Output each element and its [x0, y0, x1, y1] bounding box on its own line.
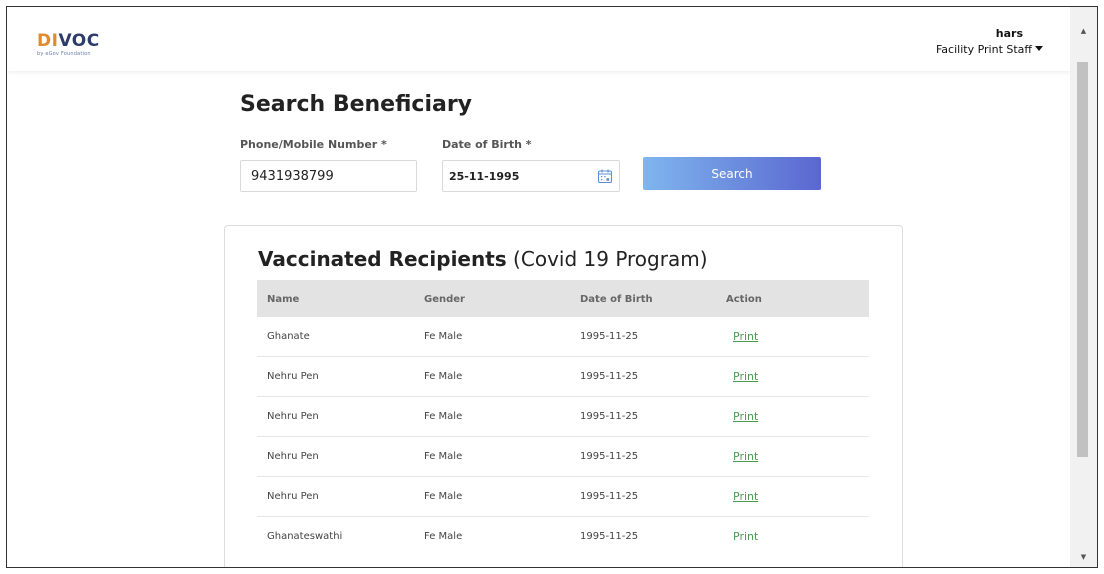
cell-dob: 1995-11-25 [580, 451, 639, 462]
cell-dob: 1995-11-25 [580, 531, 639, 542]
scroll-up-arrow-icon[interactable]: ▲ [1070, 23, 1097, 39]
column-header-name: Name [267, 294, 300, 305]
table-row: Ghanateswathi Fe Male 1995-11-25 Print [257, 517, 869, 557]
app-window: DIVOC by eGov Foundation hars Facility P… [6, 6, 1098, 568]
user-name: hars [995, 27, 1023, 40]
dob-label: Date of Birth * [442, 138, 532, 151]
cell-gender: Fe Male [424, 371, 463, 382]
user-menu[interactable]: hars Facility Print Staff [936, 27, 1043, 56]
page-title: Search Beneficiary [240, 92, 473, 117]
table-row: Nehru Pen Fe Male 1995-11-25 Print [257, 477, 869, 517]
print-link[interactable]: Print [733, 530, 758, 543]
top-header: DIVOC by eGov Foundation hars Facility P… [7, 7, 1071, 71]
cell-dob: 1995-11-25 [580, 331, 639, 342]
column-header-dob: Date of Birth [580, 294, 653, 305]
cell-dob: 1995-11-25 [580, 371, 639, 382]
vertical-scrollbar[interactable]: ▲ ▼ [1070, 7, 1097, 567]
column-header-gender: Gender [424, 294, 465, 305]
print-link[interactable]: Print [733, 370, 758, 383]
table-row: Nehru Pen Fe Male 1995-11-25 Print [257, 357, 869, 397]
cell-name: Nehru Pen [267, 371, 319, 382]
dob-value: 25-11-1995 [449, 169, 520, 183]
cell-dob: 1995-11-25 [580, 411, 639, 422]
phone-input[interactable] [240, 160, 417, 192]
cell-dob: 1995-11-25 [580, 491, 639, 502]
scrollbar-thumb[interactable] [1077, 62, 1088, 457]
table-row: Nehru Pen Fe Male 1995-11-25 Print [257, 437, 869, 477]
cell-gender: Fe Male [424, 491, 463, 502]
table-row: Nehru Pen Fe Male 1995-11-25 Print [257, 397, 869, 437]
cell-name: Ghanate [267, 331, 310, 342]
scroll-down-arrow-icon[interactable]: ▼ [1070, 549, 1097, 565]
column-header-action: Action [726, 294, 762, 305]
phone-label: Phone/Mobile Number * [240, 138, 387, 151]
divoc-logo[interactable]: DIVOC by eGov Foundation [37, 33, 100, 58]
cell-gender: Fe Male [424, 451, 463, 462]
print-link[interactable]: Print [733, 330, 758, 343]
print-link[interactable]: Print [733, 490, 758, 503]
cell-name: Ghanateswathi [267, 531, 343, 542]
calendar-icon[interactable] [597, 168, 613, 184]
logo-tagline: by eGov Foundation [37, 51, 91, 57]
results-title: Vaccinated Recipients (Covid 19 Program) [258, 247, 708, 271]
user-role-dropdown[interactable]: Facility Print Staff [936, 43, 1043, 56]
caret-down-icon [1035, 46, 1043, 51]
cell-name: Nehru Pen [267, 411, 319, 422]
print-link[interactable]: Print [733, 410, 758, 423]
table-row: Ghanate Fe Male 1995-11-25 Print [257, 317, 869, 357]
recipients-table: Name Gender Date of Birth Action Ghanate… [257, 280, 869, 557]
print-link[interactable]: Print [733, 450, 758, 463]
dob-field[interactable]: 25-11-1995 [442, 160, 620, 192]
search-button[interactable]: Search [643, 157, 821, 190]
cell-gender: Fe Male [424, 331, 463, 342]
cell-gender: Fe Male [424, 411, 463, 422]
cell-gender: Fe Male [424, 531, 463, 542]
table-header: Name Gender Date of Birth Action [257, 280, 869, 317]
cell-name: Nehru Pen [267, 451, 319, 462]
cell-name: Nehru Pen [267, 491, 319, 502]
